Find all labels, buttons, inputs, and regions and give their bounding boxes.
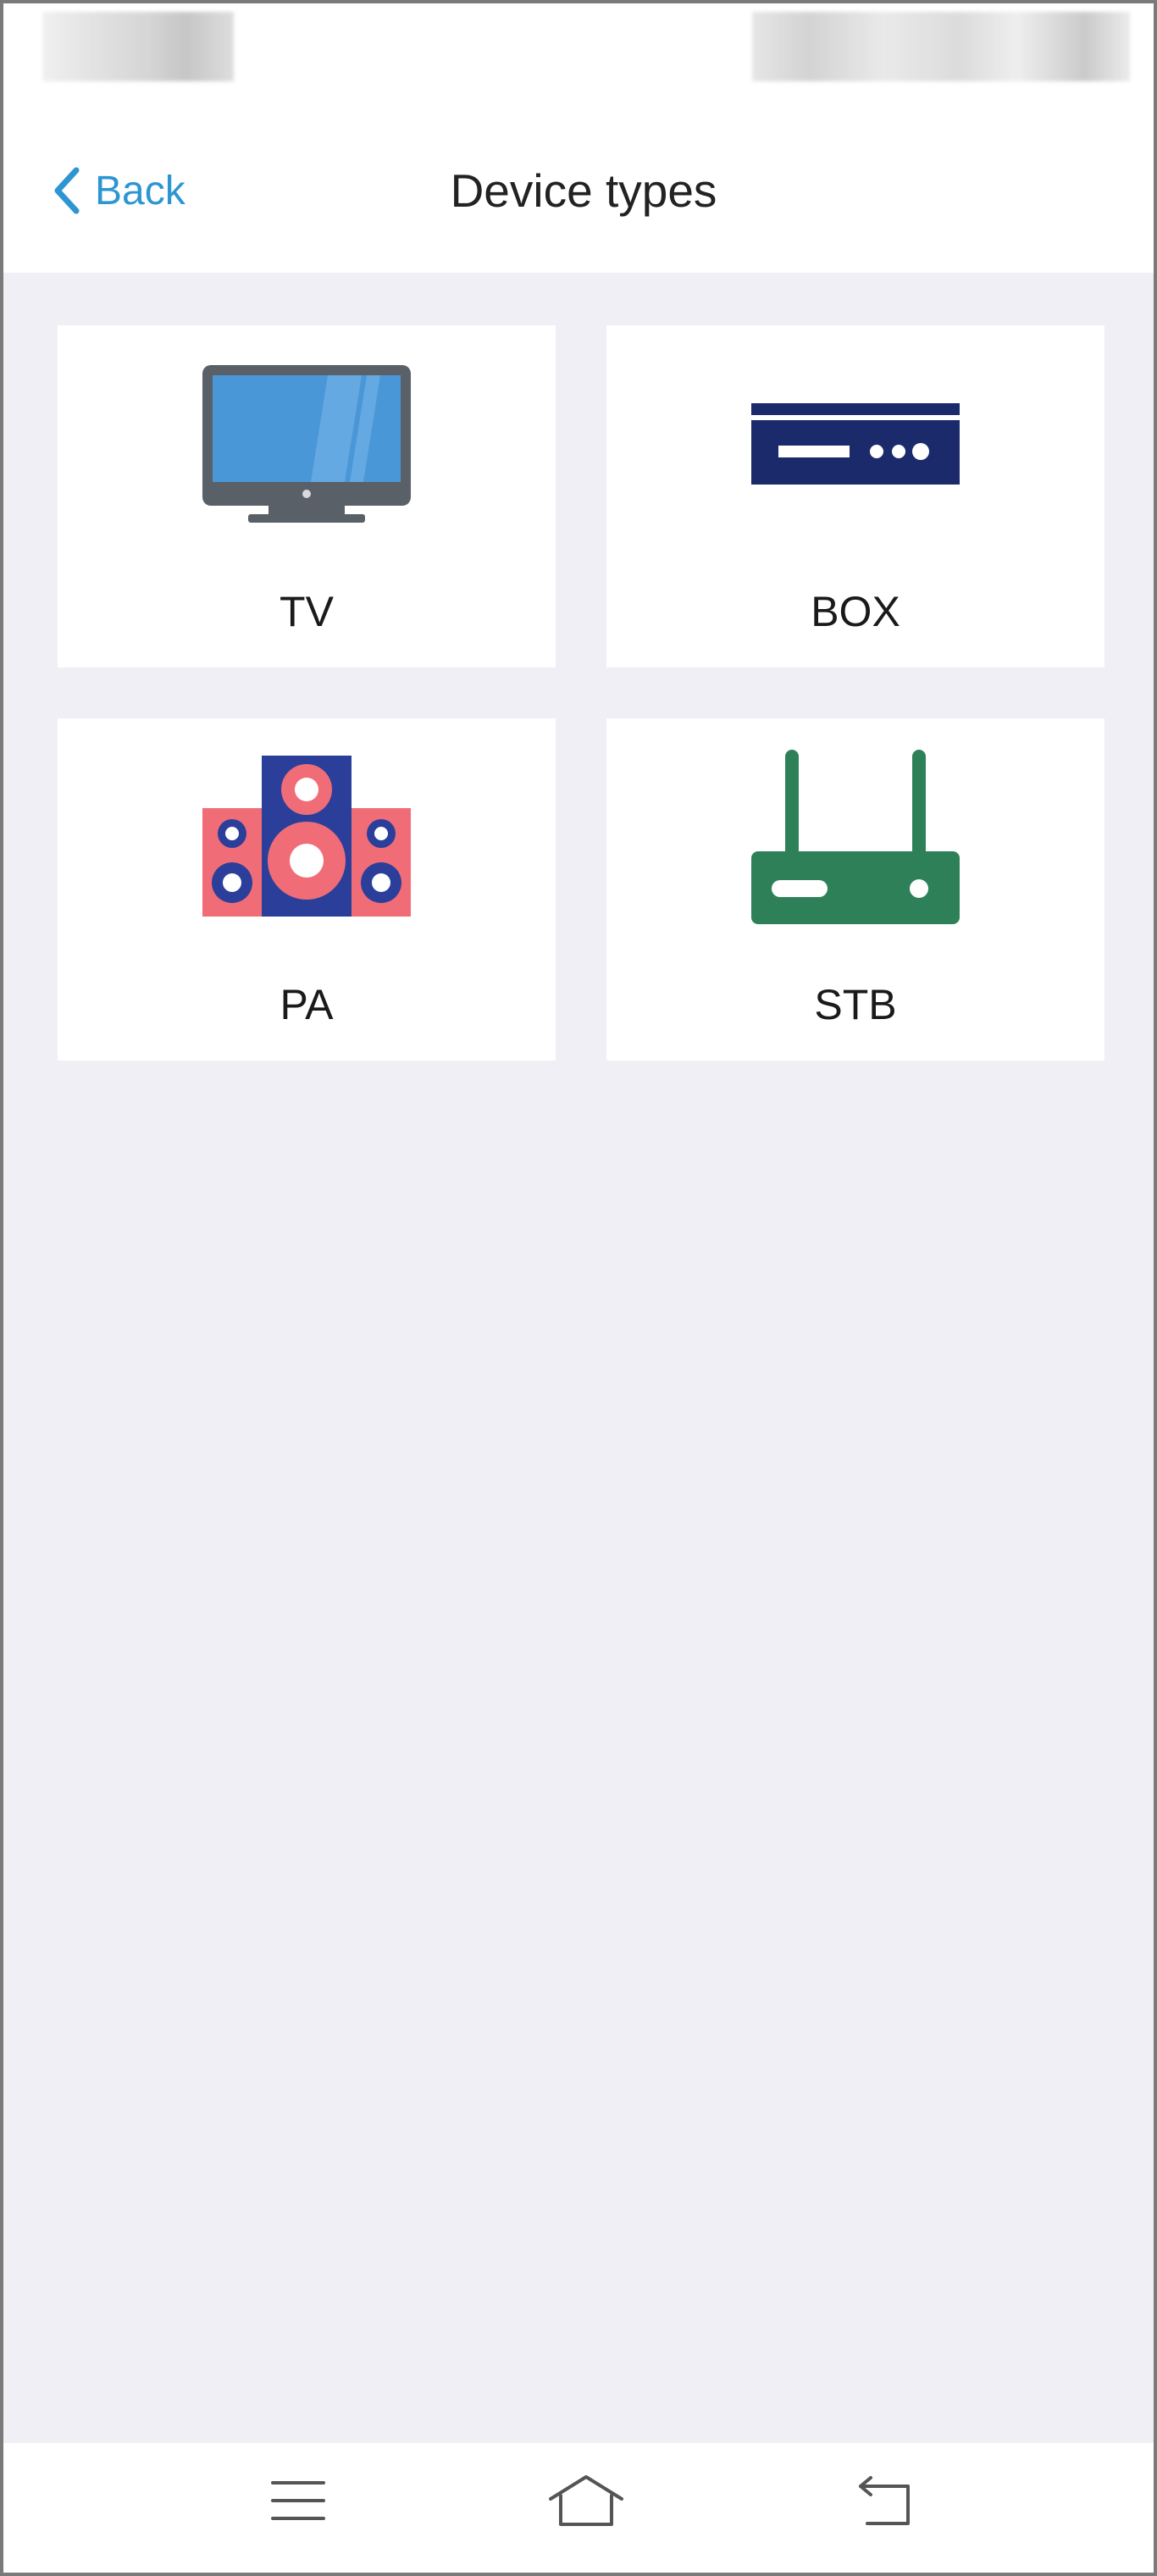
device-type-label: BOX [811,588,900,635]
return-icon [857,2474,915,2531]
app-screen: Back Device types TV BOX PA STB [0,0,1157,2576]
navigation-bar: Back Device types [3,105,1154,273]
home-button[interactable] [544,2468,628,2536]
device-type-label: PA [280,981,334,1028]
status-bar-right-blurred [752,12,1130,81]
device-type-label: TV [280,588,334,635]
device-type-tv[interactable]: TV [58,325,556,668]
menu-icon [271,2478,325,2528]
return-button[interactable] [844,2468,928,2536]
speaker-icon [58,752,556,922]
device-type-label: STB [814,981,897,1028]
device-type-stb[interactable]: STB [606,718,1104,1061]
status-bar [3,3,1154,105]
tv-icon [58,359,556,529]
device-type-box[interactable]: BOX [606,325,1104,668]
system-navigation-bar [3,2443,1154,2573]
page-title: Device types [450,164,717,217]
box-icon [606,359,1104,529]
device-type-pa[interactable]: PA [58,718,556,1061]
menu-button[interactable] [256,2468,340,2536]
router-icon [606,750,1104,924]
home-icon [547,2474,625,2532]
status-bar-left-blurred [42,12,234,81]
